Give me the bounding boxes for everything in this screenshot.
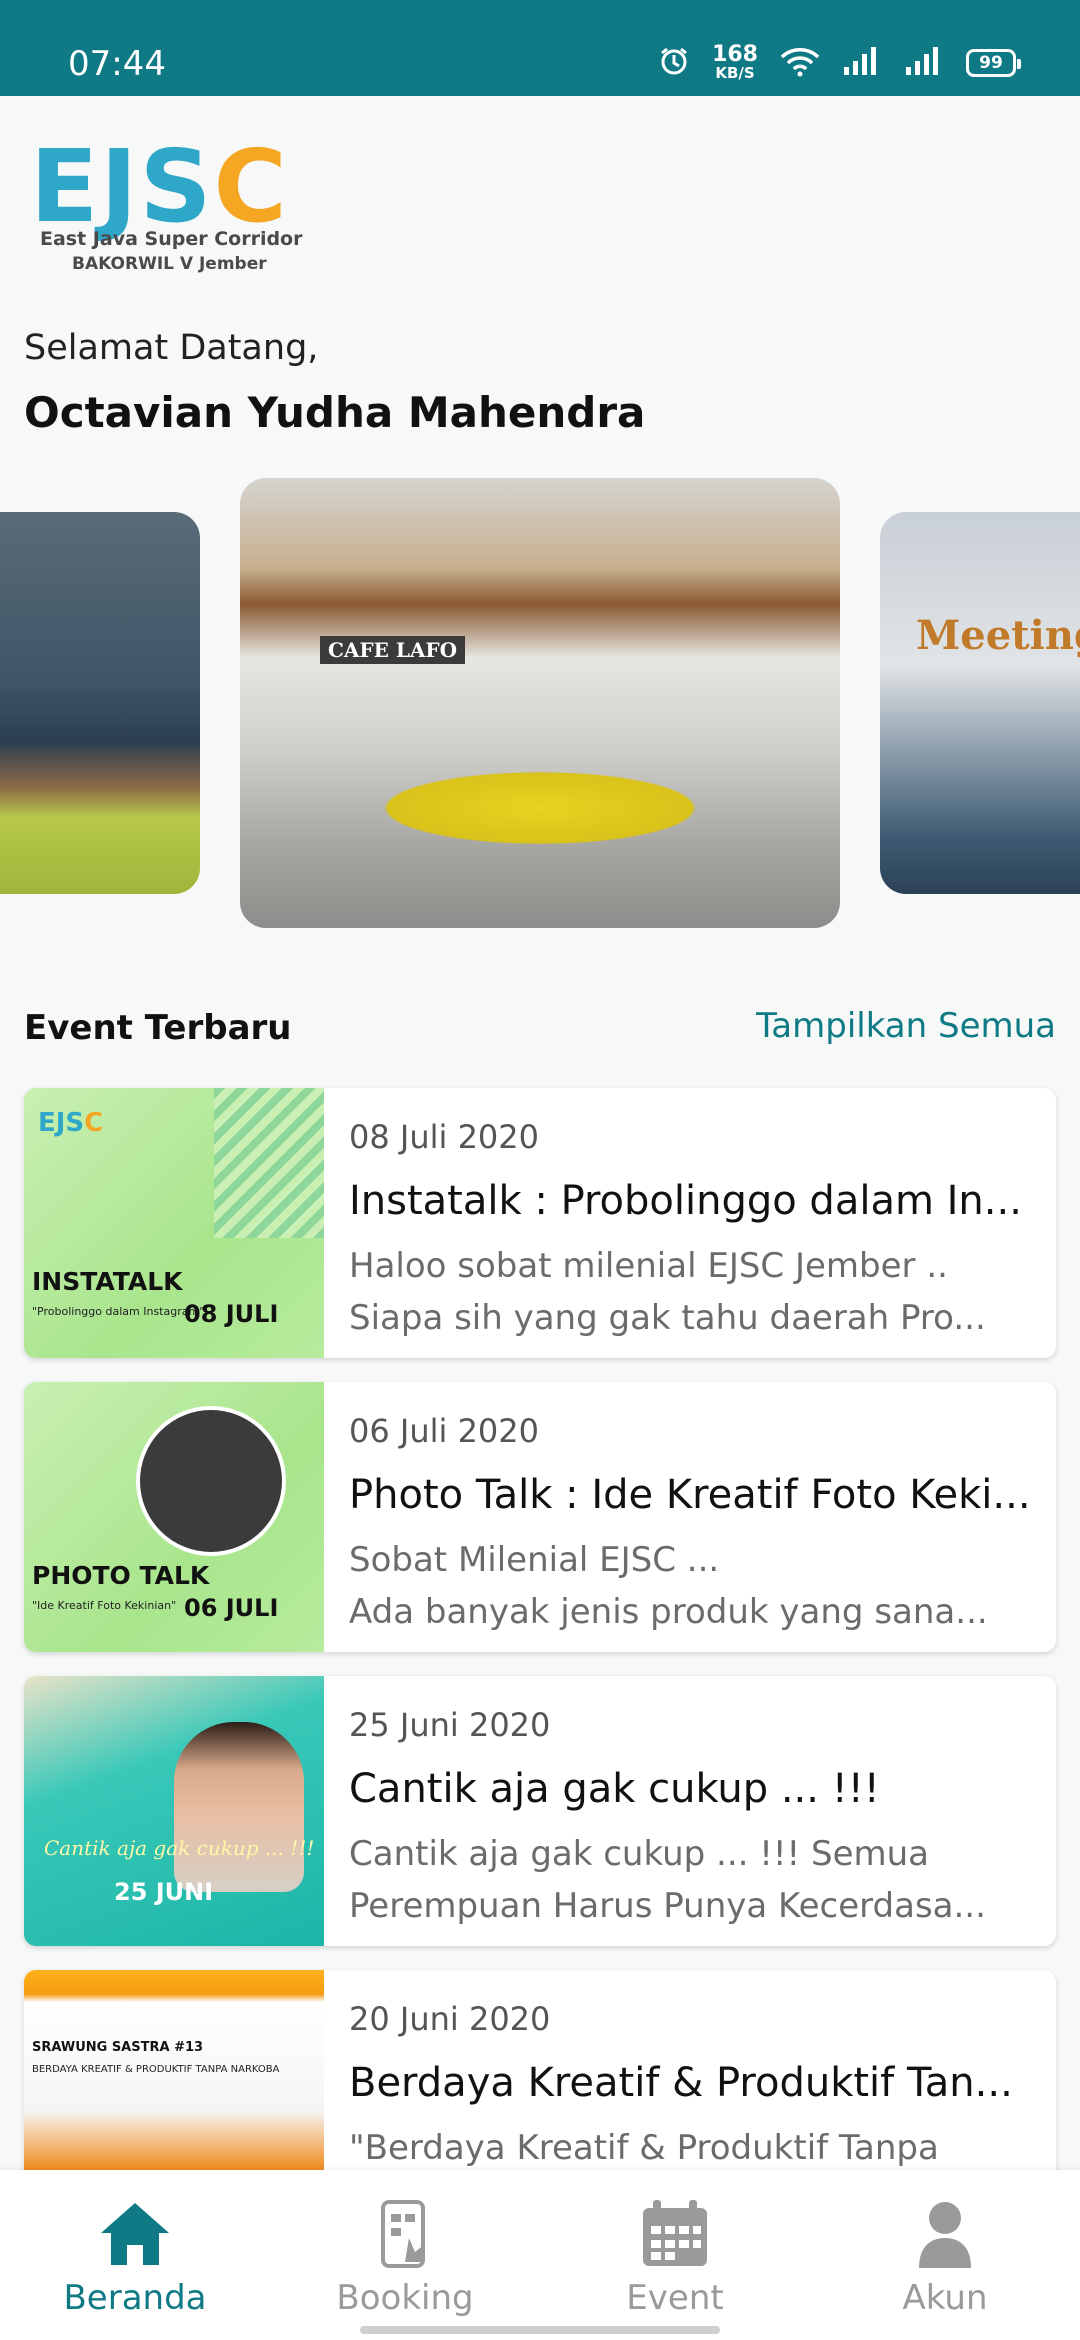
event-description-2: Siapa sih yang gak tahu daerah Pro...: [349, 1298, 986, 1338]
status-bar: 07:44 168 KB/S 99: [0, 0, 1080, 96]
event-card[interactable]: Cantik aja gak cukup ... !!! 25 JUNI 25 …: [24, 1676, 1056, 1946]
home-icon: [95, 2196, 175, 2272]
thumb-portrait: [174, 1722, 304, 1892]
nav-label: Booking: [336, 2278, 474, 2318]
logo-wordmark: EJSC: [30, 137, 289, 237]
event-date: 25 Juni 2020: [349, 1706, 551, 1744]
thumb-date: 06 JULI: [184, 1594, 279, 1622]
thumb-date: 08 JULI: [184, 1300, 279, 1328]
network-speed: 168 KB/S: [712, 44, 758, 81]
event-date: 20 Juni 2020: [349, 2000, 551, 2038]
carousel-slide-center[interactable]: CAFE LAFO: [240, 478, 840, 928]
event-date: 06 Juli 2020: [349, 1412, 539, 1450]
event-description: Haloo sobat milenial EJSC Jember ..: [349, 1246, 948, 1286]
thumb-photo-circle: [136, 1406, 286, 1556]
nav-item-event[interactable]: Event: [540, 2170, 810, 2340]
logo-subtitle-2: BAKORWIL V Jember: [72, 254, 267, 274]
booking-icon: [365, 2196, 445, 2272]
event-thumbnail: PHOTO TALK "Ide Kreatif Foto Kekinian" 0…: [24, 1382, 324, 1652]
signal-icon: [842, 45, 882, 81]
thumb-title: PHOTO TALK: [32, 1561, 210, 1590]
event-title: Photo Talk : Ide Kreatif Foto Keki...: [349, 1472, 1031, 1518]
facility-carousel[interactable]: CAFE LAFO Meeting: [0, 478, 1080, 930]
thumb-date: 25 JUNI: [114, 1878, 214, 1906]
meeting-sign: Meeting: [916, 612, 1080, 659]
event-description: Cantik aja gak cukup ... !!! Semua: [349, 1834, 929, 1874]
nav-label: Event: [626, 2278, 724, 2318]
carousel-slide-left[interactable]: [0, 512, 200, 894]
event-card[interactable]: PHOTO TALK "Ide Kreatif Foto Kekinian" 0…: [24, 1382, 1056, 1652]
home-indicator[interactable]: [360, 2326, 720, 2334]
section-title-events: Event Terbaru: [24, 1008, 292, 1048]
account-icon: [905, 2196, 985, 2272]
event-thumbnail: Cantik aja gak cukup ... !!! 25 JUNI: [24, 1676, 324, 1946]
battery-icon: 99: [966, 48, 1021, 77]
event-description: Sobat Milenial EJSC ...: [349, 1540, 720, 1580]
see-all-link[interactable]: Tampilkan Semua: [756, 1006, 1056, 1046]
event-description-2: Ada banyak jenis produk yang sana...: [349, 1592, 988, 1632]
status-icons: 168 KB/S 99: [658, 44, 1021, 81]
thumb-decoration: [214, 1088, 324, 1238]
event-description: "Berdaya Kreatif & Produktif Tanpa: [349, 2128, 939, 2168]
thumb-title: INSTATALK: [32, 1267, 183, 1296]
carousel-slide-right[interactable]: Meeting: [880, 512, 1080, 894]
event-card[interactable]: EJSC INSTATALK "Probolinggo dalam Instag…: [24, 1088, 1056, 1358]
event-date: 08 Juli 2020: [349, 1118, 539, 1156]
event-description-2: Perempuan Harus Punya Kecerdasa...: [349, 1886, 986, 1926]
event-card[interactable]: SRAWUNG SASTRA #13 BERDAYA KREATIF & PRO…: [24, 1970, 1056, 2170]
status-time: 07:44: [68, 44, 166, 84]
calendar-icon: [635, 2196, 715, 2272]
thumb-logo: EJSC: [38, 1108, 104, 1138]
alarm-icon: [658, 45, 690, 81]
greeting-text: Selamat Datang,: [24, 328, 319, 368]
nav-item-beranda[interactable]: Beranda: [0, 2170, 270, 2340]
net-speed-value: 168: [712, 42, 758, 67]
thumb-subtitle: "Probolinggo dalam Instagram": [32, 1305, 205, 1318]
nav-item-akun[interactable]: Akun: [810, 2170, 1080, 2340]
nav-label: Akun: [902, 2278, 988, 2318]
nav-item-booking[interactable]: Booking: [270, 2170, 540, 2340]
cafe-sign: CAFE LAFO: [320, 636, 466, 664]
thumb-title: Cantik aja gak cukup ... !!!: [44, 1836, 315, 1860]
thumb-subtitle: "Ide Kreatif Foto Kekinian": [32, 1599, 177, 1612]
event-title: Berdaya Kreatif & Produktif Tan...: [349, 2060, 1013, 2106]
thumb-subtitle: BERDAYA KREATIF & PRODUKTIF TANPA NARKOB…: [32, 2064, 280, 2075]
ejsc-logo: EJSC East Java Super Corridor BAKORWIL V…: [30, 137, 330, 275]
signal-icon: [904, 45, 944, 81]
wifi-icon: [780, 45, 820, 81]
bottom-navigation: Beranda Booking Event Akun: [0, 2170, 1080, 2340]
thumb-title: SRAWUNG SASTRA #13: [32, 2040, 204, 2055]
user-name: Octavian Yudha Mahendra: [24, 388, 646, 437]
event-thumbnail: SRAWUNG SASTRA #13 BERDAYA KREATIF & PRO…: [24, 1970, 324, 2170]
logo-subtitle: East Java Super Corridor: [40, 228, 303, 250]
net-speed-unit: KB/S: [715, 64, 755, 82]
event-title: Instatalk : Probolinggo dalam In...: [349, 1178, 1022, 1224]
event-thumbnail: EJSC INSTATALK "Probolinggo dalam Instag…: [24, 1088, 324, 1358]
nav-label: Beranda: [63, 2278, 207, 2318]
event-title: Cantik aja gak cukup ... !!!: [349, 1766, 880, 1812]
